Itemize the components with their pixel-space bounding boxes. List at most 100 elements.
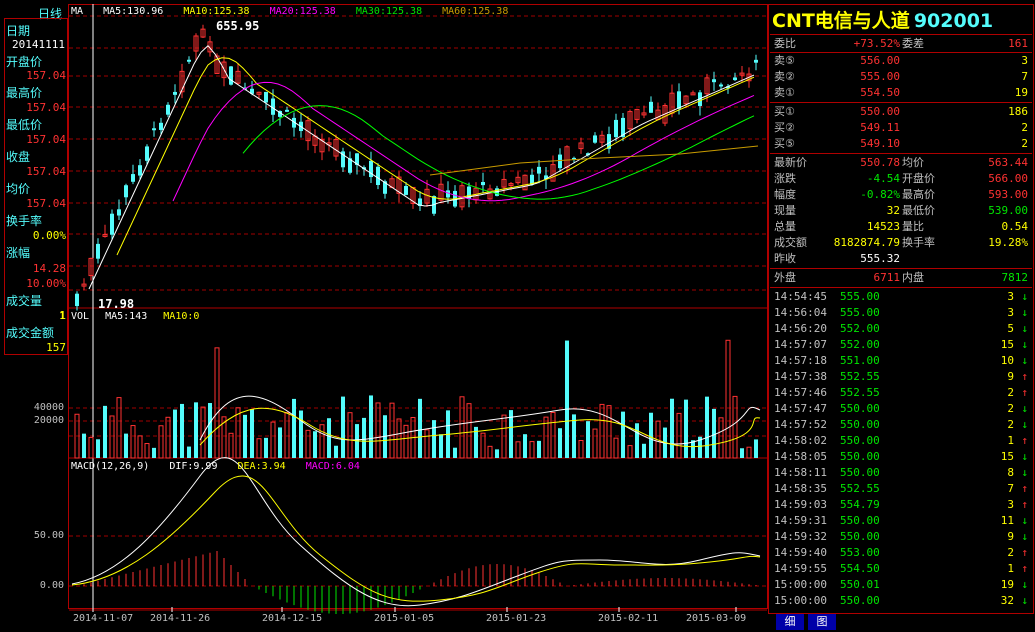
inner-value: 7812 — [1001, 271, 1029, 284]
arrow-down-icon: ↓ — [1021, 338, 1028, 351]
tick-row[interactable]: 14:59:31 550.00 11 ↓ — [770, 513, 1032, 529]
tick-price: 552.55 — [840, 370, 880, 383]
tick-row[interactable]: 14:57:52 550.00 2 ↓ — [770, 417, 1032, 433]
macd-dif: DIF:9.99 — [169, 461, 218, 472]
tick-row[interactable]: 14:57:47 550.00 2 ↓ — [770, 401, 1032, 417]
macd-value: MACD:6.04 — [305, 461, 360, 472]
volume-bar-down — [264, 437, 268, 458]
tick-row[interactable]: 14:57:46 552.55 2 ↑ — [770, 385, 1032, 401]
tick-price: 555.00 — [840, 290, 880, 303]
volume-bar-down — [523, 434, 527, 458]
tick-time: 14:54:45 — [774, 290, 827, 303]
volume-bar-up — [88, 436, 94, 459]
tick-row[interactable]: 14:54:45 555.00 3 ↓ — [770, 289, 1032, 305]
tick-row[interactable]: 15:00:00 550.01 19 ↓ — [770, 577, 1032, 593]
vol-count-label: 1 — [59, 311, 66, 322]
arrow-down-icon: ↓ — [1021, 594, 1028, 607]
tick-row[interactable]: 14:57:07 552.00 15 ↓ — [770, 337, 1032, 353]
volume-bar-down — [684, 399, 688, 458]
tick-time: 14:58:02 — [774, 434, 827, 447]
tick-price: 555.00 — [840, 306, 880, 319]
tick-row[interactable]: 14:59:32 550.00 9 ↓ — [770, 529, 1032, 545]
tick-price: 552.00 — [840, 338, 880, 351]
weicha-label: 委差 — [902, 37, 924, 50]
volume-bar-down — [152, 447, 156, 458]
x-label-5: 2015-01-23 — [486, 613, 547, 624]
tick-vol: 5 — [1007, 322, 1014, 335]
tick-row[interactable]: 14:58:05 550.00 15 ↓ — [770, 449, 1032, 465]
weibi-value: +73.52% — [853, 37, 900, 50]
volume-bar-down — [243, 414, 247, 458]
tick-row[interactable]: 14:58:02 550.00 1 ↑ — [770, 433, 1032, 449]
tick-time: 14:59:55 — [774, 562, 827, 575]
bid-row: 买① 550.00 186 — [770, 104, 1032, 120]
tick-row[interactable]: 14:58:11 550.00 8 ↓ — [770, 465, 1032, 481]
macd-tick-0: 0.00 — [39, 580, 64, 591]
tick-price: 551.00 — [840, 354, 880, 367]
tick-row[interactable]: 14:58:35 552.55 7 ↑ — [770, 481, 1032, 497]
volume-bar-down — [250, 409, 254, 458]
tick-time: 14:56:20 — [774, 322, 827, 335]
volume-bar-down — [453, 447, 457, 458]
inner-label: 内盘 — [902, 271, 924, 284]
stat-value-2: 19.28% — [988, 236, 1028, 249]
tick-time: 14:58:05 — [774, 450, 827, 463]
stock-code: 902001 — [913, 10, 994, 32]
tick-price: 550.00 — [840, 450, 880, 463]
ask-label: 卖① — [774, 86, 795, 99]
volume-bar-down — [495, 449, 499, 458]
volume-bar-up — [130, 425, 136, 459]
tick-list[interactable]: 14:54:45 555.00 3 ↓ 14:56:04 555.00 3 ↓ 14:56:20… — [770, 289, 1032, 609]
tick-row[interactable]: 14:56:20 552.00 5 ↓ — [770, 321, 1032, 337]
stat-value: 14523 — [866, 220, 900, 233]
tick-price: 550.00 — [840, 418, 880, 431]
outer-label: 外盘 — [774, 271, 796, 284]
tab-chart[interactable]: 图 — [808, 614, 836, 630]
stock-name: CNT电信与人道 — [772, 10, 910, 32]
arrow-up-icon: ↑ — [1021, 498, 1028, 511]
candle-down — [187, 59, 191, 62]
stat-label: 成交额 — [774, 236, 807, 249]
volume-bar-down — [642, 443, 646, 458]
stat-row: 总量 14523 量比 0.54 — [770, 219, 1032, 235]
tick-time: 14:56:04 — [774, 306, 827, 319]
tick-row[interactable]: 15:00:00 550.00 32 ↓ — [770, 593, 1032, 609]
stat-value-2: 539.00 — [988, 204, 1028, 217]
tick-vol: 15 — [1000, 450, 1014, 463]
bid-label: 买① — [774, 105, 795, 118]
tick-row[interactable]: 14:56:04 555.00 3 ↓ — [770, 305, 1032, 321]
stat-label-2: 换手率 — [902, 236, 935, 249]
stat-value-2: 0.54 — [1001, 220, 1029, 233]
tick-price: 550.00 — [840, 514, 880, 527]
x-label-2: 2014-11-26 — [150, 613, 211, 624]
tick-vol: 7 — [1007, 482, 1014, 495]
bid-row: 买② 549.11 2 — [770, 120, 1032, 136]
tab-detail[interactable]: 细 — [776, 614, 804, 630]
tick-time: 14:58:11 — [774, 466, 827, 479]
tick-time: 14:58:35 — [774, 482, 827, 495]
candle-down — [138, 165, 142, 176]
ask-vol: 3 — [1021, 54, 1028, 67]
tick-row[interactable]: 14:59:55 554.50 1 ↑ — [770, 561, 1032, 577]
stat-label-2: 均价 — [902, 156, 924, 169]
tick-row[interactable]: 14:57:18 551.00 10 ↓ — [770, 353, 1032, 369]
vol-ma5-label: MA5:143 — [105, 311, 148, 322]
stat-label: 现量 — [774, 204, 796, 217]
ask-vol: 19 — [1014, 86, 1028, 99]
tick-price: 550.00 — [840, 594, 880, 607]
tick-row[interactable]: 14:59:40 553.00 2 ↑ — [770, 545, 1032, 561]
tick-row[interactable]: 14:57:38 552.55 9 ↑ — [770, 369, 1032, 385]
x-label-7: 2015-03-09 — [686, 613, 747, 624]
volume-bar-down — [439, 434, 443, 458]
tick-price: 550.00 — [840, 402, 880, 415]
volume-bar-down — [313, 431, 317, 458]
x-label-4: 2015-01-05 — [374, 613, 435, 624]
tick-row[interactable]: 14:59:03 554.79 3 ↑ — [770, 497, 1032, 513]
volume-bar-up — [592, 428, 598, 459]
tick-price: 553.00 — [840, 546, 880, 559]
bid-price: 549.10 — [860, 137, 900, 150]
stat-row: 成交额 8182874.79 换手率 19.28% — [770, 235, 1032, 251]
tick-time: 15:00:00 — [774, 594, 827, 607]
tick-vol: 2 — [1007, 418, 1014, 431]
volume-bar-down — [96, 439, 100, 458]
